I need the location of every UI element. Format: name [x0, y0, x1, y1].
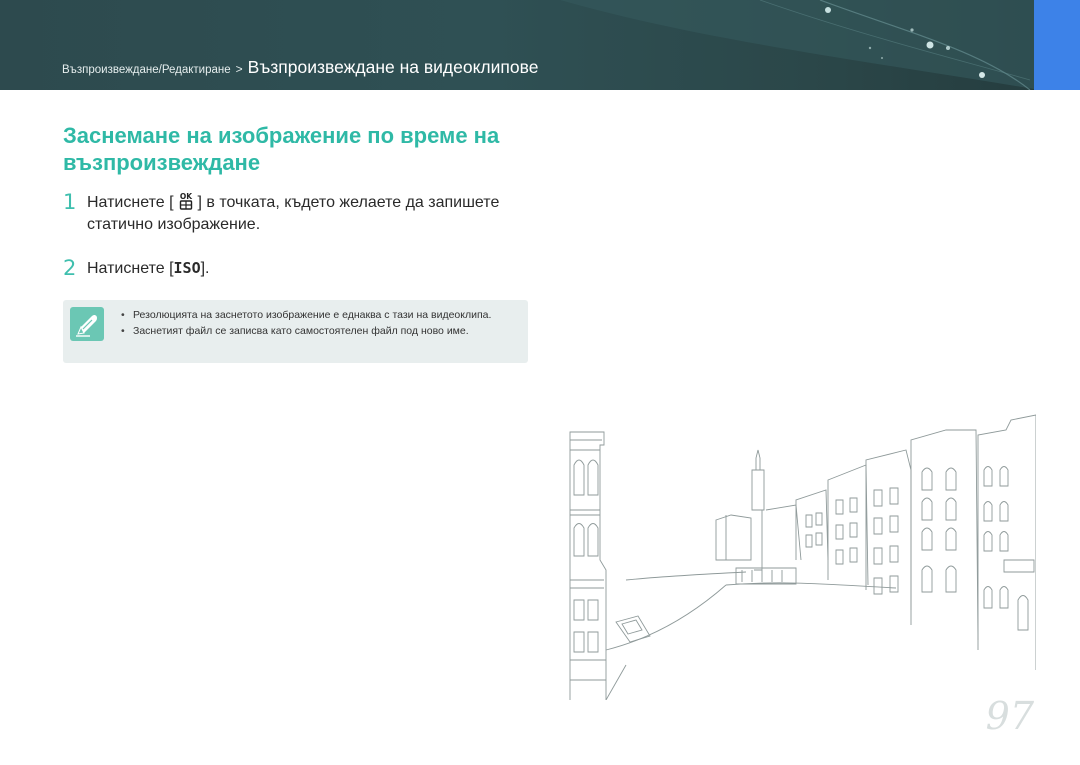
- note-box: Резолюцията на заснетото изображение е е…: [63, 300, 528, 363]
- iso-button-label: ISO: [173, 259, 201, 277]
- step-1: 1 Натиснете [OK] в точката, където желае…: [63, 191, 533, 236]
- step-number: 2: [63, 256, 77, 280]
- step-text: Натиснете [OK] в точката, където желаете…: [87, 191, 533, 236]
- step-text-before: Натиснете [: [87, 260, 174, 277]
- page-number: 97: [985, 694, 1034, 738]
- step-number: 1: [63, 190, 77, 214]
- venice-canal-illustration: [569, 414, 1036, 700]
- ok-button-icon: OK: [175, 191, 197, 210]
- step-text-before: Натиснете [: [87, 194, 174, 211]
- note-item: Заснетият файл се записва като самостоят…: [121, 324, 521, 339]
- breadcrumb-current-page: Възпроизвеждане на видеоклипове: [247, 57, 539, 77]
- breadcrumb-separator: >: [235, 62, 243, 76]
- step-2: 2 Натиснете [ISO].: [63, 257, 533, 280]
- svg-text:OK: OK: [179, 192, 192, 201]
- breadcrumb: Възпроизвеждане/Редактиране > Възпроизве…: [62, 57, 538, 79]
- section-title: Заснемане на изображение по време на въз…: [63, 123, 500, 175]
- pencil-note-icon: [70, 307, 104, 341]
- note-list: Резолюцията на заснетото изображение е е…: [121, 308, 521, 339]
- breadcrumb-section[interactable]: Възпроизвеждане/Редактиране: [62, 64, 231, 76]
- step-text: Натиснете [ISO].: [87, 257, 533, 280]
- page-header: Възпроизвеждане/Редактиране > Възпроизве…: [0, 0, 1080, 90]
- note-item: Резолюцията на заснетото изображение е е…: [121, 308, 521, 323]
- chapter-tab[interactable]: [1034, 0, 1080, 90]
- step-text-after: ].: [200, 260, 210, 277]
